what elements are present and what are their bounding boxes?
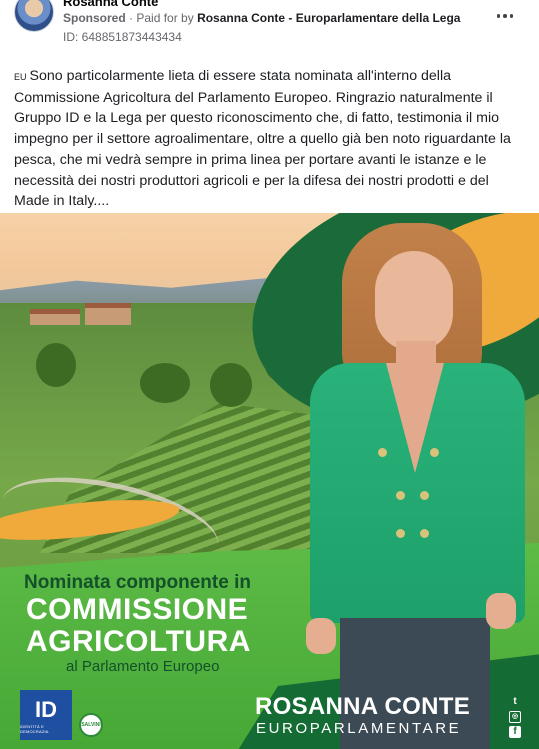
tree (36, 343, 76, 387)
candidate-role: EUROPARLAMENTARE (256, 720, 462, 737)
headline-nominata: Nominata componente in (24, 572, 251, 593)
page-avatar[interactable] (14, 0, 54, 32)
jacket-button (430, 448, 439, 457)
right-hand (486, 593, 516, 629)
candidate-name: ROSANNA CONTE (255, 693, 471, 720)
sponsored-label[interactable]: Sponsored (63, 11, 126, 25)
id-logo-text: ID (35, 696, 57, 722)
tree (210, 363, 252, 407)
sponsored-line: Sponsored · Paid for by Rosanna Conte - … (63, 11, 460, 25)
paid-for-prefix: · Paid for by (129, 11, 194, 25)
post-body: Sono particolarmente lieta di essere sta… (14, 68, 511, 210)
left-hand (306, 618, 336, 654)
headline-parlamento: al Parlamento Europeo (66, 658, 220, 675)
headline-commissione: COMMISSIONE (26, 593, 249, 626)
farmhouse (30, 309, 80, 325)
page-name[interactable]: Rosanna Conte (63, 0, 158, 9)
more-horizontal-icon (496, 14, 501, 18)
lega-logo: SALVINI (79, 713, 103, 737)
id-party-logo: ID IDENTITÀ E DEMOCRAZIA (20, 690, 72, 740)
instagram-icon: ◎ (509, 711, 521, 723)
ad-image[interactable]: Nominata componente in COMMISSIONE AGRIC… (0, 213, 539, 749)
jacket-button (420, 491, 429, 500)
headline-agricoltura: AGRICOLTURA (26, 625, 251, 658)
facebook-icon: f (509, 726, 521, 738)
jacket-button (378, 448, 387, 457)
farmhouse (85, 303, 131, 325)
twitter-icon: t (513, 696, 517, 707)
jacket-button (396, 529, 405, 538)
payer-name[interactable]: Rosanna Conte - Europarlamentare della L… (197, 11, 460, 25)
face (375, 251, 453, 351)
post-message: EU Sono particolarmente lieta di essere s… (14, 66, 524, 212)
more-options-button[interactable] (493, 6, 517, 26)
candidate-photo (300, 223, 530, 749)
jacket-button (396, 491, 405, 500)
id-logo-subtext: IDENTITÀ E DEMOCRAZIA (20, 723, 49, 734)
jacket-button (420, 529, 429, 538)
ad-post: Rosanna Conte Sponsored · Paid for by Ro… (0, 0, 539, 749)
ad-id: ID: 648851873443434 (63, 30, 182, 44)
social-icons: t ◎ f (509, 696, 521, 738)
eu-flag-label: EU (14, 72, 27, 82)
tree (140, 363, 190, 403)
